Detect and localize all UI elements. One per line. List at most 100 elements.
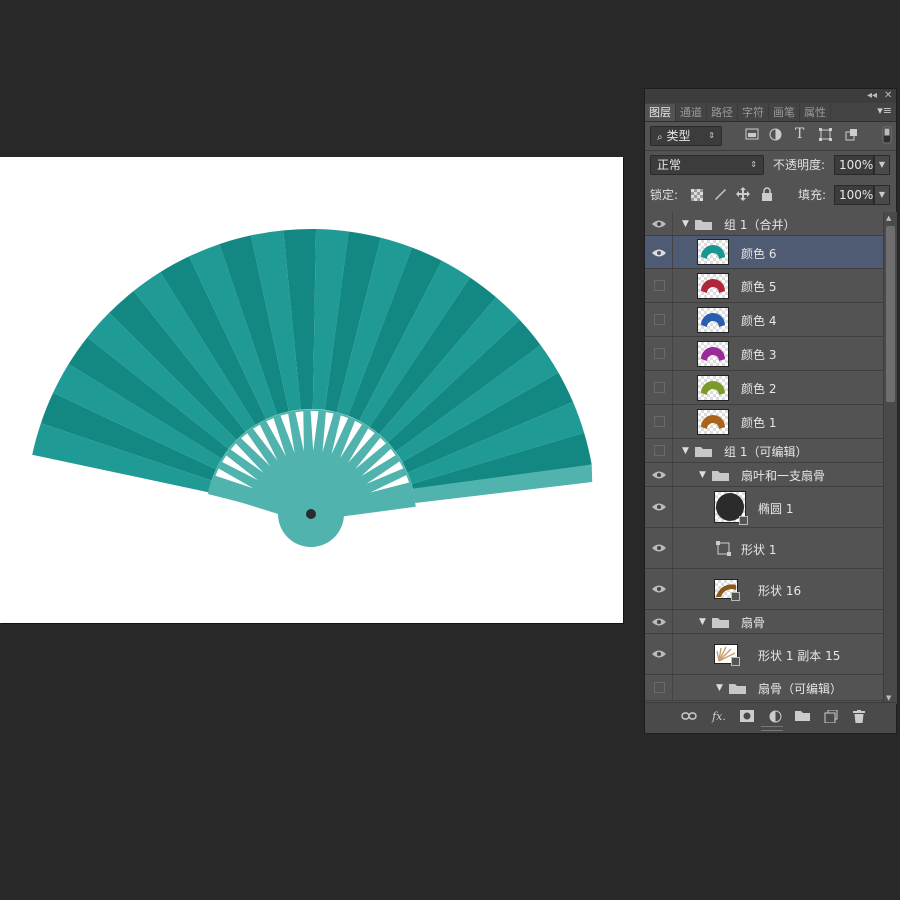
image-filter-icon[interactable] — [745, 128, 759, 140]
lock-transparent-icon[interactable] — [691, 189, 703, 201]
tab-brush[interactable]: 画笔 — [769, 104, 800, 121]
layer-thumbnail — [697, 409, 729, 435]
new-layer-icon[interactable] — [823, 710, 839, 724]
expand-arrow-icon[interactable]: ▼ — [716, 683, 723, 693]
visibility-toggle[interactable] — [654, 445, 665, 456]
visibility-toggle[interactable] — [654, 348, 665, 359]
eye-icon[interactable] — [651, 648, 667, 660]
tab-channels[interactable]: 通道 — [676, 104, 707, 121]
eye-icon[interactable] — [651, 501, 667, 513]
layer-color-5[interactable]: 颜色 5 — [645, 269, 883, 303]
layer-name: 椭圆 1 — [758, 502, 794, 516]
layer-color-3[interactable]: 颜色 3 — [645, 337, 883, 371]
visibility-toggle[interactable] — [654, 314, 665, 325]
layer-group-editable[interactable]: ▼ 组 1（可编辑） — [645, 439, 883, 463]
layer-thumbnail — [697, 239, 729, 265]
layer-shape-16[interactable]: 形状 16 — [645, 569, 883, 610]
expand-arrow-icon[interactable]: ▼ — [699, 617, 706, 627]
tab-character[interactable]: 字符 — [738, 104, 769, 121]
blend-mode-dropdown[interactable]: 正常 ⇕ — [650, 155, 764, 175]
visibility-toggle[interactable] — [654, 416, 665, 427]
delete-layer-icon[interactable] — [851, 710, 867, 724]
lock-paint-icon[interactable] — [713, 187, 727, 201]
layer-group-leaf[interactable]: ▼ 扇叶和一支扇骨 — [645, 463, 883, 487]
fill-input[interactable]: 100% — [834, 185, 874, 205]
lock-all-icon[interactable] — [761, 187, 773, 201]
fx-icon[interactable]: fx. — [711, 710, 727, 724]
eye-icon[interactable] — [651, 583, 667, 595]
layer-thumbnail — [697, 375, 729, 401]
expand-arrow-icon[interactable]: ▼ — [682, 219, 689, 229]
adjustment-filter-icon[interactable] — [769, 128, 782, 141]
layer-name: 组 1（合并） — [724, 218, 796, 232]
type-filter-icon[interactable]: T — [795, 126, 804, 142]
layer-color-6[interactable]: 颜色 6 — [645, 236, 883, 269]
filter-type-dropdown[interactable]: ⌕ 类型 ⇕ — [650, 126, 722, 146]
visibility-toggle[interactable] — [654, 280, 665, 291]
panel-tabs: 图层 通道 路径 字符 画笔 属性 ▾≡ — [645, 103, 896, 122]
layer-name: 颜色 2 — [741, 382, 777, 396]
document-canvas[interactable] — [0, 157, 623, 623]
panel-resize-grip[interactable] — [761, 726, 783, 731]
layer-thumbnail — [697, 341, 729, 367]
eye-icon[interactable] — [651, 616, 667, 628]
add-mask-icon[interactable] — [739, 710, 755, 724]
opacity-dropdown-button[interactable]: ▼ — [874, 155, 890, 175]
eye-icon[interactable] — [651, 247, 667, 259]
opacity-input[interactable]: 100% — [834, 155, 874, 175]
new-group-icon[interactable] — [795, 710, 811, 724]
tab-properties[interactable]: 属性 — [800, 104, 831, 121]
folder-icon — [695, 447, 712, 457]
scroll-up-arrow-icon[interactable]: ▲ — [886, 214, 891, 222]
adjustment-layer-icon[interactable] — [767, 710, 783, 724]
layer-shape-1-copy-15[interactable]: 形状 1 副本 15 — [645, 634, 883, 675]
tab-paths[interactable]: 路径 — [707, 104, 738, 121]
visibility-column-divider — [672, 675, 673, 700]
layer-color-1[interactable]: 颜色 1 — [645, 405, 883, 439]
panel-title-bar: ◂◂ ✕ — [645, 89, 896, 103]
layer-thumbnail — [714, 644, 740, 666]
layer-thumbnail — [697, 307, 729, 333]
layer-name: 形状 1 — [741, 543, 777, 557]
shape-filter-icon[interactable] — [819, 128, 832, 141]
vector-mask-icon — [739, 516, 748, 525]
layer-color-4[interactable]: 颜色 4 — [645, 303, 883, 337]
filter-toggle-switch[interactable] — [882, 126, 892, 144]
search-icon: ⌕ — [657, 132, 663, 143]
chevron-updown-icon: ⇕ — [750, 160, 757, 169]
layer-shape-1[interactable]: 形状 1 — [645, 528, 883, 569]
visibility-toggle[interactable] — [654, 682, 665, 693]
blend-row: 正常 ⇕ 不透明度: 100% ▼ — [645, 151, 896, 181]
blend-mode-value: 正常 — [657, 158, 682, 172]
eye-icon[interactable] — [651, 218, 667, 230]
visibility-toggle[interactable] — [654, 382, 665, 393]
collapse-panel-button[interactable]: ◂◂ — [867, 89, 877, 103]
layer-name: 扇骨（可编辑） — [758, 682, 843, 696]
layer-color-2[interactable]: 颜色 2 — [645, 371, 883, 405]
scroll-thumb[interactable] — [886, 226, 895, 402]
layer-group-merged[interactable]: ▼ 组 1（合并） — [645, 212, 883, 236]
eye-icon[interactable] — [651, 542, 667, 554]
lock-move-icon[interactable] — [736, 187, 750, 201]
expand-arrow-icon[interactable]: ▼ — [699, 470, 706, 480]
folder-icon — [729, 684, 746, 694]
visibility-column-divider — [672, 405, 673, 438]
lock-label: 锁定: — [650, 188, 679, 202]
layer-group-ribs-editable[interactable]: ▼ 扇骨（可编辑） — [645, 675, 883, 701]
link-layers-icon[interactable] — [681, 710, 697, 724]
visibility-column-divider — [672, 303, 673, 336]
scroll-down-arrow-icon[interactable]: ▼ — [886, 694, 891, 702]
smart-object-filter-icon[interactable] — [845, 128, 858, 141]
tab-layers[interactable]: 图层 — [645, 104, 676, 121]
panel-menu-icon[interactable]: ▾≡ — [877, 104, 892, 117]
eye-icon[interactable] — [651, 469, 667, 481]
fan-artwork — [32, 228, 593, 547]
visibility-column-divider — [672, 236, 673, 268]
layer-ellipse-1[interactable]: 椭圆 1 — [645, 487, 883, 528]
layer-group-ribs[interactable]: ▼ 扇骨 — [645, 610, 883, 634]
layers-scrollbar[interactable]: ▲ ▼ — [883, 212, 897, 704]
fill-dropdown-button[interactable]: ▼ — [874, 185, 890, 205]
visibility-column-divider — [672, 212, 673, 235]
close-panel-button[interactable]: ✕ — [884, 89, 892, 103]
expand-arrow-icon[interactable]: ▼ — [682, 446, 689, 456]
